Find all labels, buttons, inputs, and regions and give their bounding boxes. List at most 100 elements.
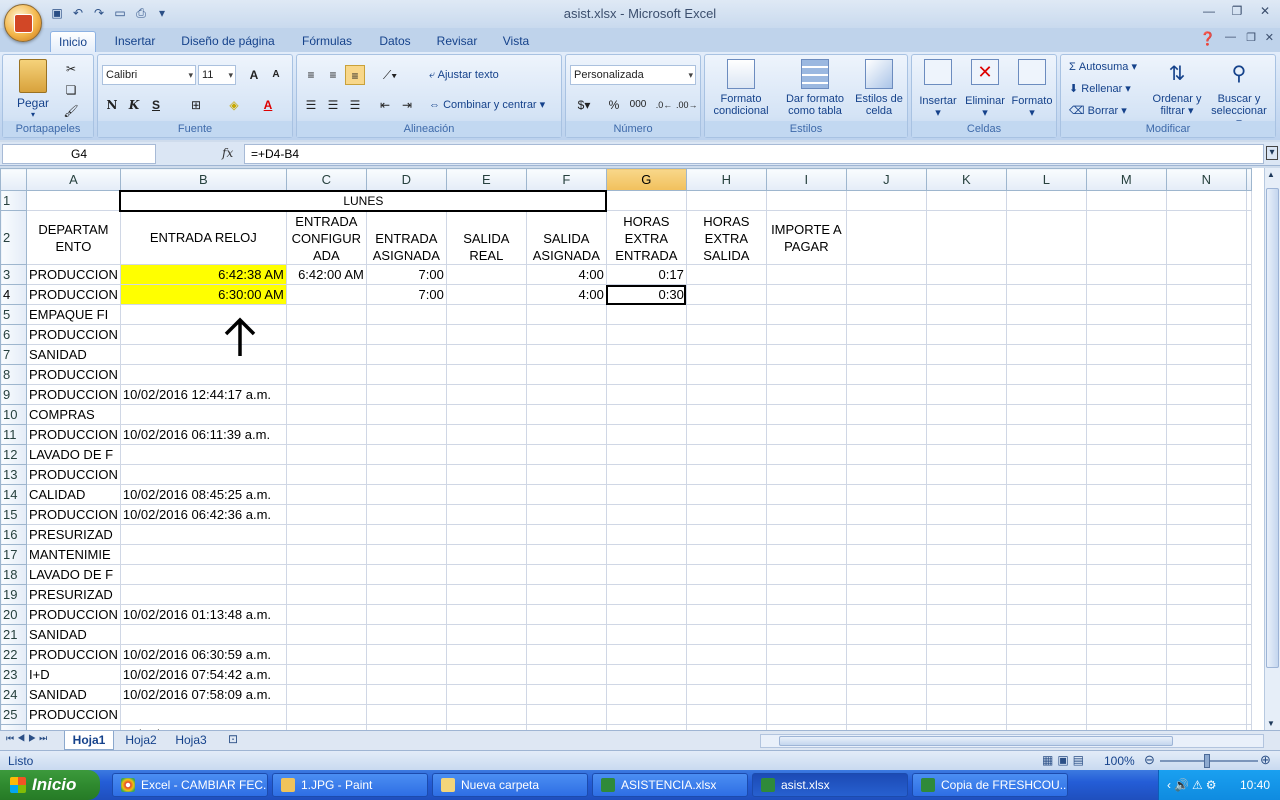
cell-j13[interactable]: [845, 464, 927, 485]
cell-k10[interactable]: [925, 404, 1007, 425]
cell-d17[interactable]: [365, 544, 447, 565]
cell-d18[interactable]: [365, 564, 447, 585]
cell-a21[interactable]: SANIDAD: [26, 624, 121, 645]
cell-i24[interactable]: [765, 684, 847, 705]
cell-f8[interactable]: [525, 364, 607, 385]
cell-g14[interactable]: [605, 484, 687, 505]
tab-formulas[interactable]: Fórmulas: [296, 31, 358, 52]
cell-k13[interactable]: [925, 464, 1007, 485]
cell-d4[interactable]: 7:00: [365, 284, 447, 305]
zoom-out-icon[interactable]: ⊖: [1144, 752, 1155, 768]
cell-a5[interactable]: EMPAQUE FI: [26, 304, 121, 325]
column-header-n[interactable]: N: [1165, 168, 1247, 191]
row-header[interactable]: 12: [0, 444, 27, 465]
cell-j11[interactable]: [845, 424, 927, 445]
cell-j9[interactable]: [845, 384, 927, 405]
cell-k21[interactable]: [925, 624, 1007, 645]
cell-n15[interactable]: [1165, 504, 1247, 525]
borders-icon[interactable]: ⊞: [186, 95, 206, 115]
cell-m8[interactable]: [1085, 364, 1167, 385]
cell-c19[interactable]: [285, 584, 367, 605]
cell-f23[interactable]: [525, 664, 607, 685]
format-as-table-button[interactable]: Dar formato como tabla: [779, 59, 851, 117]
row-header[interactable]: 5: [0, 304, 27, 325]
cell-n20[interactable]: [1165, 604, 1247, 625]
cell-i13[interactable]: [765, 464, 847, 485]
zoom-level[interactable]: 100%: [1104, 754, 1135, 768]
cell-l2[interactable]: [1005, 210, 1087, 265]
row-header[interactable]: 23: [0, 664, 27, 685]
cell-e24[interactable]: [445, 684, 527, 705]
cell-f24[interactable]: [525, 684, 607, 705]
cell-l10[interactable]: [1005, 404, 1087, 425]
cell-h2[interactable]: HORAS EXTRA SALIDA: [685, 210, 767, 265]
cell-g15[interactable]: [605, 504, 687, 525]
cell-e7[interactable]: [445, 344, 527, 365]
cell-h20[interactable]: [685, 604, 767, 625]
cell-e17[interactable]: [445, 544, 527, 565]
cell-l7[interactable]: [1005, 344, 1087, 365]
cell-f3[interactable]: 4:00: [525, 264, 607, 285]
cell-i6[interactable]: [765, 324, 847, 345]
cell-l4[interactable]: [1005, 284, 1087, 305]
cell-b22[interactable]: 10/02/2016 06:30:59 a.m.: [119, 644, 287, 665]
cell-f13[interactable]: [525, 464, 607, 485]
cell-c5[interactable]: [285, 304, 367, 325]
cell-g22[interactable]: [605, 644, 687, 665]
cell-m16[interactable]: [1085, 524, 1167, 545]
cell-l22[interactable]: [1005, 644, 1087, 665]
cell-i12[interactable]: [765, 444, 847, 465]
tab-revisar[interactable]: Revisar: [432, 31, 482, 52]
zoom-slider-thumb[interactable]: [1204, 754, 1210, 768]
cell-f11[interactable]: [525, 424, 607, 445]
paste-button[interactable]: Pegar ▾: [9, 59, 57, 121]
cell-e8[interactable]: [445, 364, 527, 385]
cell-n21[interactable]: [1165, 624, 1247, 645]
cell-h4[interactable]: [685, 284, 767, 305]
cell-m11[interactable]: [1085, 424, 1167, 445]
align-right-icon[interactable]: ☰: [345, 95, 365, 115]
insert-sheet-icon[interactable]: ⊡: [228, 732, 238, 746]
cell-k12[interactable]: [925, 444, 1007, 465]
cell-h12[interactable]: [685, 444, 767, 465]
cell-m18[interactable]: [1085, 564, 1167, 585]
tab-inicio[interactable]: Inicio: [50, 31, 96, 52]
currency-icon[interactable]: $▾: [570, 95, 598, 115]
cell-n13[interactable]: [1165, 464, 1247, 485]
cell-l3[interactable]: [1005, 264, 1087, 285]
cell-j10[interactable]: [845, 404, 927, 425]
cell-i4[interactable]: [765, 284, 847, 305]
cell-a14[interactable]: CALIDAD: [26, 484, 121, 505]
cell-i23[interactable]: [765, 664, 847, 685]
cell-c7[interactable]: [285, 344, 367, 365]
cell-i7[interactable]: [765, 344, 847, 365]
cell-g12[interactable]: [605, 444, 687, 465]
cell-i15[interactable]: [765, 504, 847, 525]
sheet-tab-hoja2[interactable]: Hoja2: [118, 731, 164, 750]
cell-i9[interactable]: [765, 384, 847, 405]
tab-insertar[interactable]: Insertar: [108, 31, 162, 52]
cell-a17[interactable]: MANTENIMIE: [26, 544, 121, 565]
row-header[interactable]: 9: [0, 384, 27, 405]
cell-f4[interactable]: 4:00: [525, 284, 607, 305]
cell-l14[interactable]: [1005, 484, 1087, 505]
cell-k11[interactable]: [925, 424, 1007, 445]
column-header-f[interactable]: F: [525, 168, 607, 191]
cell-f10[interactable]: [525, 404, 607, 425]
font-color-icon[interactable]: A: [258, 95, 278, 115]
align-bottom-icon[interactable]: ≡: [345, 65, 365, 85]
cell-c24[interactable]: [285, 684, 367, 705]
cell-m9[interactable]: [1085, 384, 1167, 405]
column-header-g[interactable]: G: [605, 168, 687, 191]
cell-lunes-merged[interactable]: LUNES: [119, 189, 608, 212]
cell-c4[interactable]: [285, 284, 367, 305]
cell-k9[interactable]: [925, 384, 1007, 405]
sheet-tab-hoja1[interactable]: Hoja1: [64, 731, 114, 750]
cell-k20[interactable]: [925, 604, 1007, 625]
cell-d9[interactable]: [365, 384, 447, 405]
row-header[interactable]: 24: [0, 684, 27, 705]
cell-a16[interactable]: PRESURIZAD: [26, 524, 121, 545]
cell-l9[interactable]: [1005, 384, 1087, 405]
cell-n19[interactable]: [1165, 584, 1247, 605]
start-button[interactable]: Inicio: [0, 770, 100, 800]
